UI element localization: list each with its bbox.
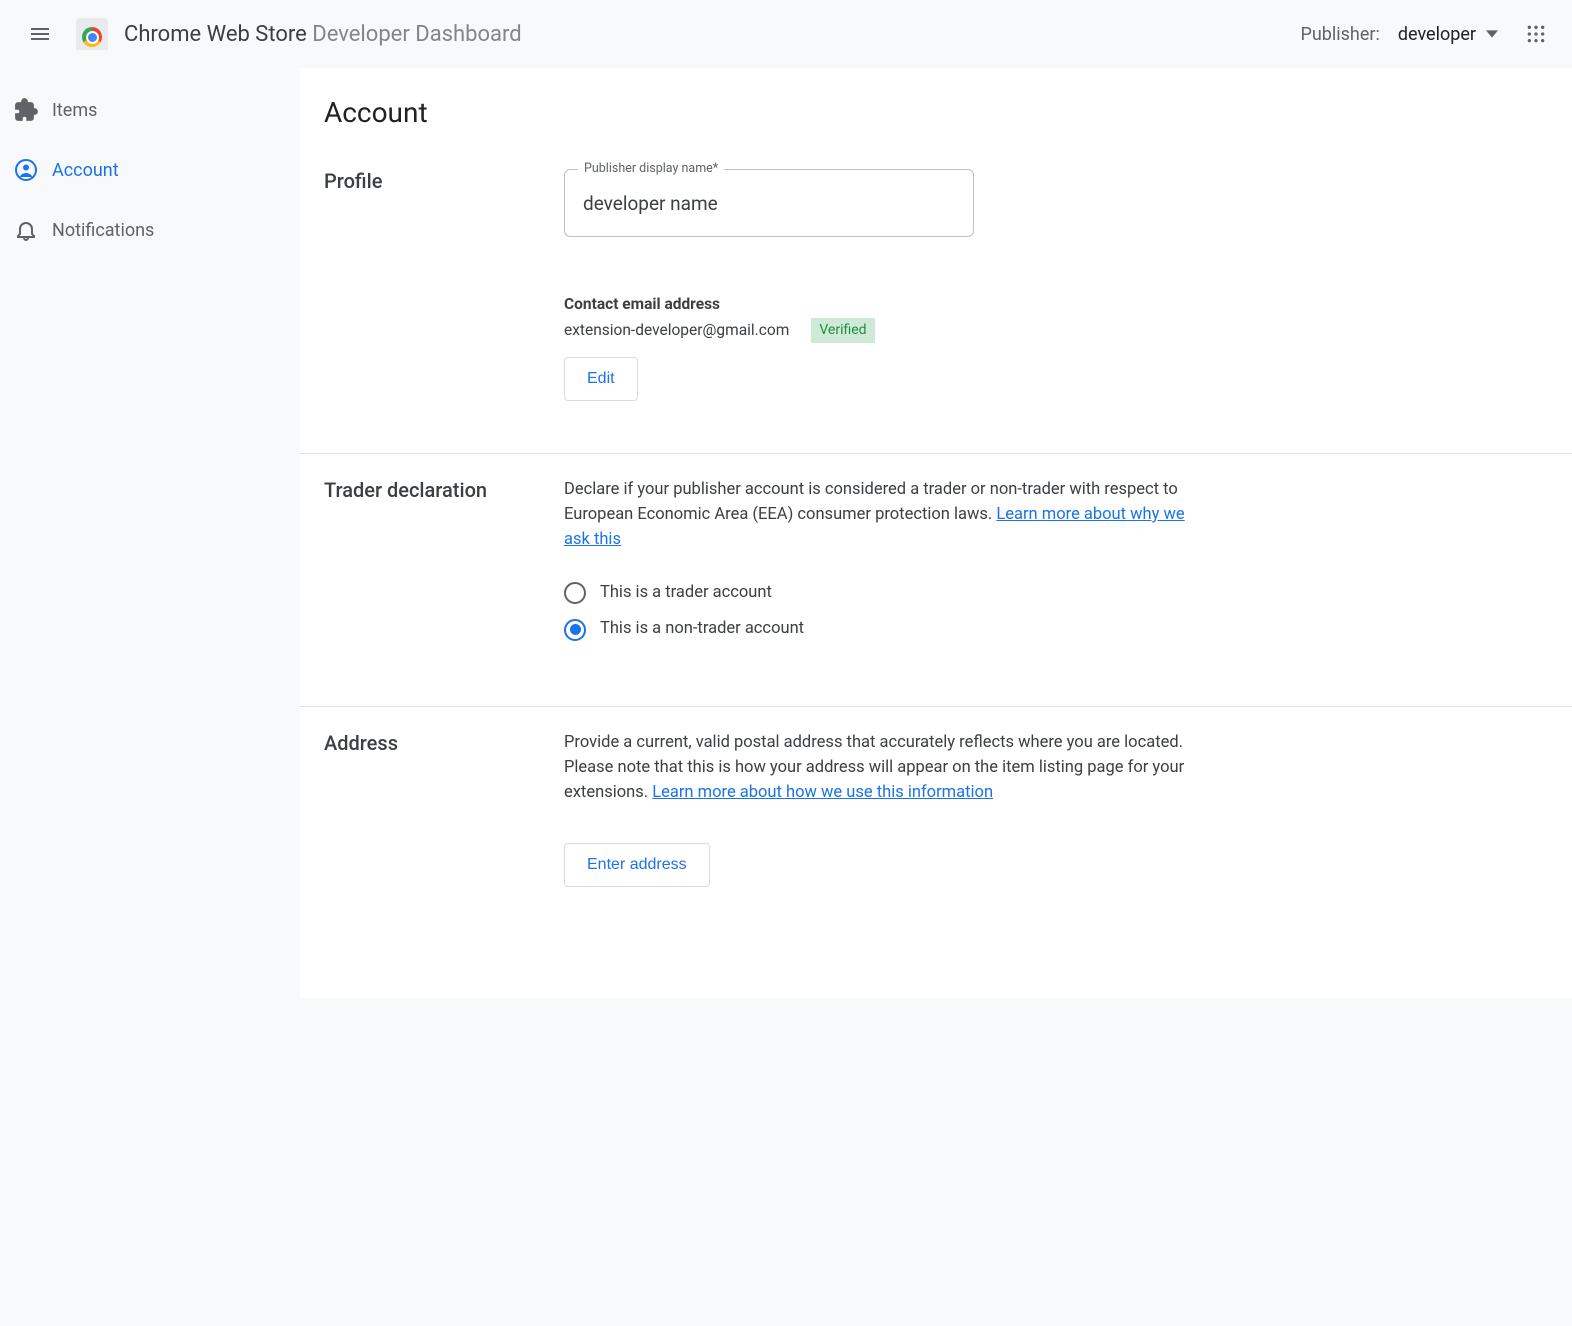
bell-icon [14, 218, 40, 242]
title-sub: Developer Dashboard [312, 22, 521, 47]
verified-badge: Verified [811, 318, 874, 343]
sidebar: Items Account Notifications [0, 68, 300, 998]
sidebar-item-label: Account [52, 160, 119, 181]
publisher-name-field: Publisher display name* [564, 169, 974, 237]
publisher-dropdown[interactable]: developer [1398, 24, 1498, 45]
section-profile: Profile Publisher display name* Contact … [300, 145, 1572, 454]
top-header: Chrome Web Store Developer Dashboard Pub… [0, 0, 1572, 68]
account-circle-icon [14, 158, 40, 182]
edit-email-button[interactable]: Edit [564, 357, 638, 401]
main-content: Account Profile Publisher display name* … [300, 68, 1572, 998]
google-apps-icon[interactable] [1516, 14, 1556, 54]
chrome-webstore-logo-icon [76, 18, 108, 50]
sidebar-item-items[interactable]: Items [0, 80, 300, 140]
page-title: Account [300, 68, 1572, 145]
sidebar-item-notifications[interactable]: Notifications [0, 200, 300, 260]
section-address: Address Provide a current, valid postal … [300, 707, 1572, 939]
sidebar-item-label: Items [52, 100, 97, 121]
radio-trader-account[interactable]: This is a trader account [564, 581, 1194, 606]
sidebar-item-account[interactable]: Account [0, 140, 300, 200]
dropdown-arrow-icon [1486, 28, 1498, 40]
title-main: Chrome Web Store [124, 22, 307, 47]
section-label-trader: Trader declaration [324, 478, 564, 654]
radio-icon [564, 582, 586, 604]
radio-label: This is a non-trader account [600, 617, 804, 642]
radio-nontrader-account[interactable]: This is a non-trader account [564, 617, 1194, 642]
address-learn-more-link[interactable]: Learn more about how we use this informa… [652, 783, 993, 802]
section-label-address: Address [324, 731, 564, 887]
contact-email-value: extension-developer@gmail.com [564, 319, 789, 342]
section-trader: Trader declaration Declare if your publi… [300, 454, 1572, 707]
extension-icon [14, 98, 40, 122]
publisher-label: Publisher: [1301, 24, 1380, 45]
publisher-value: developer [1398, 24, 1476, 45]
sidebar-item-label: Notifications [52, 220, 154, 241]
app-title: Chrome Web Store Developer Dashboard [124, 22, 522, 47]
radio-label: This is a trader account [600, 581, 772, 606]
contact-email-label: Contact email address [564, 293, 1194, 316]
menu-icon[interactable] [16, 10, 64, 58]
publisher-name-input[interactable] [564, 169, 974, 237]
field-label: Publisher display name* [578, 160, 724, 179]
radio-icon [564, 619, 586, 641]
section-label-profile: Profile [324, 169, 564, 401]
enter-address-button[interactable]: Enter address [564, 843, 710, 887]
